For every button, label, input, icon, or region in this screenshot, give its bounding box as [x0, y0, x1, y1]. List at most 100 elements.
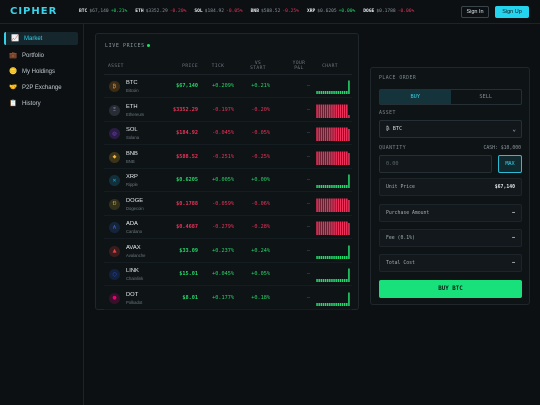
sparkline-bar	[348, 129, 350, 141]
table-row[interactable]: ◎ SOL Solana $184.92 -0.045% -0.05% —	[104, 122, 352, 145]
sidebar-item-market[interactable]: 📈 Market	[4, 32, 78, 45]
asset-vs-start: +0.21%	[251, 83, 270, 89]
buy-tab[interactable]: BUY	[380, 90, 451, 104]
table-row[interactable]: Ð DOGE Dogecoin $0.1788 -0.059% -0.06% —	[104, 193, 352, 216]
sparkline-chart	[316, 245, 350, 259]
sparkline-bar	[335, 221, 337, 235]
sparkline-bar	[339, 127, 342, 141]
sparkline-bar	[322, 104, 325, 118]
sparkline-bar	[324, 255, 327, 259]
sidebar: 📈 Market 💼 Portfolio 🪙 My Holdings 🤝 P2P…	[0, 24, 84, 405]
asset-name: BNB	[126, 158, 135, 164]
sparkline-bar	[318, 127, 320, 141]
ticker-price: $184.92	[204, 9, 225, 14]
asset-name: Solana	[126, 135, 140, 140]
sparkline-bar	[339, 91, 342, 94]
table-row[interactable]: ₿ BTC Bitcoin $67,140 +0.209% +0.21% —	[104, 75, 352, 98]
sparkline-bar	[324, 302, 327, 306]
handshake-icon: 🤝	[9, 83, 18, 91]
sparkline-bar	[346, 127, 348, 141]
fee-value: —	[512, 235, 515, 241]
sparkline-bar	[326, 221, 329, 235]
sparkline-bar	[324, 91, 327, 94]
header-vs-start: VS START	[250, 61, 266, 71]
asset-select[interactable]: ₿ BTC ⌄	[379, 120, 522, 138]
sparkline-bar	[316, 198, 318, 212]
top-bar: CIPHER BTC $67,140 +0.21% ETH $3352.29 -0.20%…	[0, 0, 540, 24]
quantity-input[interactable]: 0.00	[379, 155, 492, 173]
sparkline-bar	[316, 104, 318, 118]
sparkline-bar	[341, 104, 344, 118]
buy-sell-toggle: BUY SELL	[379, 89, 522, 105]
total-cost-row: Total Cost —	[379, 254, 522, 272]
sparkline-bar	[346, 279, 348, 282]
ticker-symbol: DOGE	[363, 9, 375, 14]
sparkline-bar	[348, 80, 350, 94]
sign-in-button[interactable]: Sign In	[461, 6, 489, 18]
sparkline-bar	[331, 198, 333, 212]
sidebar-item-my-holdings[interactable]: 🪙 My Holdings	[4, 65, 78, 78]
sparkline-bar	[346, 104, 348, 118]
total-cost-label: Total Cost	[386, 260, 415, 266]
sparkline-bar	[320, 127, 323, 141]
sparkline-bar	[337, 91, 340, 94]
sidebar-item-history[interactable]: 📋 History	[4, 97, 78, 110]
table-row[interactable]: Ξ ETH Ethereum $3352.29 -0.197% -0.20% —	[104, 99, 352, 122]
ticker-change: +0.00%	[338, 9, 356, 14]
fee-row: Fee (0.1%) —	[379, 229, 522, 247]
sparkline-bar	[329, 185, 331, 188]
sparkline-bar	[341, 221, 344, 235]
sparkline-bar	[322, 185, 325, 188]
sidebar-item-p2p-exchange[interactable]: 🤝 P2P Exchange	[4, 81, 78, 94]
asset-pnl: —	[306, 200, 310, 207]
sparkline-bar	[320, 279, 323, 282]
sparkline-bar	[341, 255, 344, 259]
sparkline-bar	[346, 221, 348, 235]
sparkline-chart	[316, 268, 350, 282]
sparkline-chart	[316, 221, 350, 235]
table-row[interactable]: ● DOT Polkadot $8.01 +0.177% +0.18% —	[104, 287, 352, 310]
sparkline-bar	[322, 151, 325, 165]
table-row[interactable]: ✕ XRP Ripple $0.6205 +0.005% +0.00% —	[104, 169, 352, 192]
sparkline-chart	[316, 198, 350, 212]
asset-symbol: AVAX	[126, 244, 141, 251]
sparkline-bar	[346, 302, 348, 306]
table-row[interactable]: ⬡ LINK Chainlink $15.01 +0.045% +0.05% —	[104, 263, 352, 286]
asset-pnl: —	[306, 153, 310, 160]
ticker-item: DOGE $0.1788 -0.06%	[363, 9, 414, 14]
asset-name: Ethereum	[126, 111, 145, 117]
sparkline-bar	[337, 279, 340, 282]
table-row[interactable]: ₳ ADA Cardano $0.4687 -0.279% -0.28% —	[104, 216, 352, 239]
asset-symbol: BTC	[126, 80, 138, 86]
asset-pnl: —	[306, 130, 310, 136]
sparkline-bar	[331, 91, 333, 94]
buy-submit-button[interactable]: BUY BTC	[379, 280, 522, 298]
logo[interactable]: CIPHER	[10, 6, 57, 17]
asset-name: Ripple	[126, 182, 138, 187]
asset-pnl: —	[306, 83, 310, 89]
table-row[interactable]: ◆ BNB BNB $588.52 -0.251% -0.25% —	[104, 146, 352, 169]
asset-pnl: —	[306, 271, 310, 277]
asset-tick: -0.251%	[212, 153, 234, 160]
table-row[interactable]: ▲ AVAX Avalanche $33.09 +0.237% +0.24% —	[104, 240, 352, 263]
quantity-label: QUANTITY	[379, 146, 407, 151]
sparkline-bar	[348, 174, 350, 188]
sparkline-bar	[331, 255, 333, 259]
sparkline-bar	[348, 114, 350, 118]
max-button[interactable]: MAX	[498, 155, 522, 173]
asset-tick: -0.059%	[212, 200, 234, 207]
asset-vs-start: -0.28%	[251, 224, 270, 230]
asset-price: $8.01	[182, 294, 198, 301]
sidebar-item-portfolio[interactable]: 💼 Portfolio	[4, 49, 78, 62]
asset-price: $184.92	[176, 130, 198, 136]
sparkline-bar	[341, 185, 344, 188]
asset-name: Bitcoin	[126, 88, 139, 93]
sell-tab[interactable]: SELL	[451, 90, 522, 104]
ticker-change: -0.25%	[282, 9, 299, 14]
ticker-symbol: ETH	[135, 9, 144, 14]
sign-up-button[interactable]: Sign Up	[495, 6, 529, 18]
asset-select-value: ₿ BTC	[386, 126, 403, 132]
sparkline-bar	[341, 302, 344, 306]
asset-vs-start: -0.25%	[251, 153, 270, 160]
clipboard-icon: 📋	[9, 99, 18, 107]
